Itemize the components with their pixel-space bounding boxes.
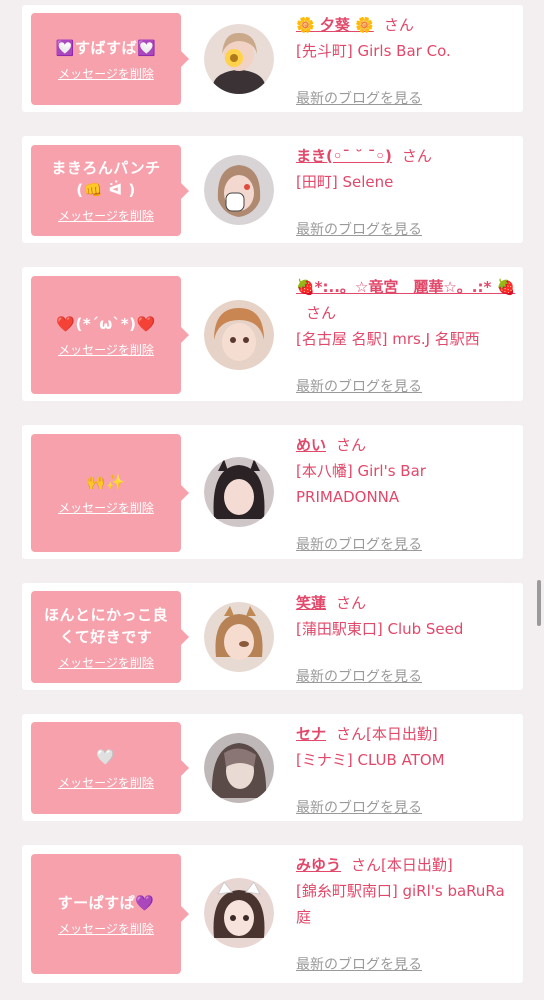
avatar[interactable] [204,300,274,370]
message-text: まきろんパンチ(👊 ᐛ ) [51,159,161,199]
message-bubble: まきろんパンチ(👊 ᐛ ) メッセージを削除 [31,145,189,236]
profile-info: 🍓*:..。☆竜宮 麗華☆。.:* 🍓 さん [名古屋 名駅] mrs.J 名駅西… [296,274,518,395]
delete-message-link[interactable]: メッセージを削除 [58,920,154,937]
list-item: ❤️(*´ω`*)❤️ メッセージを削除 🍓*:..。☆竜宮 麗華☆。.:* 🍓… [22,267,523,401]
shop-name: [蒲田駅東口] Club Seed [296,620,464,638]
avatar[interactable] [204,878,274,948]
avatar-photo-icon [204,878,274,948]
shop-name: [名古屋 名駅] mrs.J 名駅西 [296,330,480,348]
delete-message-link[interactable]: メッセージを削除 [58,65,154,82]
shop-name: [田町] Selene [296,173,394,191]
blog-link[interactable]: 最新のブログを見る [296,666,422,686]
profile-name-link[interactable]: 🌼 夕葵 🌼 [296,16,374,34]
profile-info: みゆう さん[本日出勤] [錦糸町駅南口] giRl's baRuRa庭 最新のブ… [296,852,518,973]
shop-name: [ミナミ] CLUB ATOM [296,751,445,769]
profile-info: まき(◦ˉ ˘ ˉ◦) さん [田町] Selene 最新のブログを見る [296,143,518,238]
scrollbar[interactable] [537,580,541,626]
profile-name-link[interactable]: 笑蓮 [296,594,326,612]
message-bubble: ❤️(*´ω`*)❤️ メッセージを削除 [31,276,189,394]
status-badge: [本日出勤] [366,725,438,743]
honorific: さん [336,594,367,612]
profile-name-link[interactable]: 🍓*:..。☆竜宮 麗華☆。.:* 🍓 [296,278,515,296]
blog-link[interactable]: 最新のブログを見る [296,797,422,817]
profile-name-link[interactable]: まき(◦ˉ ˘ ˉ◦) [296,147,392,165]
list-item: まきろんパンチ(👊 ᐛ ) メッセージを削除 まき(◦ˉ ˘ ˉ◦) さん [田町… [22,136,523,243]
honorific: さん [383,16,414,34]
avatar-photo-icon [204,733,274,803]
list-item: 💟すばすば💟 メッセージを削除 🌼 夕葵 🌼 さん [先斗町] Girls Bar… [22,5,523,112]
profile-info: 笑蓮 さん [蒲田駅東口] Club Seed 最新のブログを見る [296,590,518,685]
honorific: さん [306,304,337,322]
avatar[interactable] [204,155,274,225]
delete-message-link[interactable]: メッセージを削除 [58,774,154,791]
message-text: ほんとにかっこ良くて好きです [43,605,168,646]
blog-link[interactable]: 最新のブログを見る [296,376,422,396]
delete-message-link[interactable]: メッセージを削除 [58,499,154,516]
message-text: 🤍 [96,747,116,766]
shop-name: [本八幡] Girl's Bar PRIMADONNA [296,462,426,506]
blog-link[interactable]: 最新のブログを見る [296,534,422,554]
avatar-photo-icon [204,602,274,672]
delete-message-link[interactable]: メッセージを削除 [58,654,154,671]
message-text: ❤️(*´ω`*)❤️ [56,314,156,333]
avatar[interactable] [204,602,274,672]
avatar-photo-icon [204,24,274,94]
profile-name-link[interactable]: みゆう [296,856,341,874]
delete-message-link[interactable]: メッセージを削除 [58,207,154,224]
honorific: さん [336,436,367,454]
shop-name: [先斗町] Girls Bar Co. [296,42,451,60]
blog-link[interactable]: 最新のブログを見る [296,954,422,974]
list-item: すーぱすぱ💜 メッセージを削除 みゆう さん[本日出勤] [錦糸町駅南口] giR… [22,845,523,983]
status-badge: [本日出勤] [381,856,453,874]
profile-info: セナ さん[本日出勤] [ミナミ] CLUB ATOM 最新のブログを見る [296,721,518,816]
message-bubble: ほんとにかっこ良くて好きです メッセージを削除 [31,591,189,683]
avatar-photo-icon [204,457,274,527]
profile-info: めい さん [本八幡] Girl's Bar PRIMADONNA 最新のブログを… [296,432,518,553]
message-bubble: 🤍 メッセージを削除 [31,722,189,814]
avatar[interactable] [204,733,274,803]
list-item: ほんとにかっこ良くて好きです メッセージを削除 笑蓮 さん [蒲田駅東口] Clu… [22,583,523,690]
message-text: 💟すばすば💟 [55,38,157,57]
honorific: さん [336,725,367,743]
profile-name-link[interactable]: セナ [296,725,326,743]
profile-name-link[interactable]: めい [296,436,326,454]
honorific: さん [401,147,432,165]
message-text: すーぱすぱ💜 [57,893,155,912]
list-item: 🙌✨ メッセージを削除 めい さん [本八幡] Girl's Bar PRIMAD… [22,425,523,559]
message-text: 🙌✨ [86,472,126,491]
avatar-photo-icon [204,300,274,370]
delete-message-link[interactable]: メッセージを削除 [58,341,154,358]
message-list: 💟すばすば💟 メッセージを削除 🌼 夕葵 🌼 さん [先斗町] Girls Bar… [0,0,544,1000]
list-item: 🤍 メッセージを削除 セナ さん[本日出勤] [ミナミ] CLUB ATOM 最新… [22,714,523,821]
avatar[interactable] [204,24,274,94]
honorific: さん [351,856,382,874]
profile-info: 🌼 夕葵 🌼 さん [先斗町] Girls Bar Co. 最新のブログを見る [296,12,518,107]
blog-link[interactable]: 最新のブログを見る [296,219,422,239]
avatar-photo-icon [204,155,274,225]
avatar[interactable] [204,457,274,527]
blog-link[interactable]: 最新のブログを見る [296,88,422,108]
shop-name: [錦糸町駅南口] giRl's baRuRa庭 [296,882,505,926]
message-bubble: 🙌✨ メッセージを削除 [31,434,189,552]
message-bubble: 💟すばすば💟 メッセージを削除 [31,13,189,105]
message-bubble: すーぱすぱ💜 メッセージを削除 [31,854,189,974]
